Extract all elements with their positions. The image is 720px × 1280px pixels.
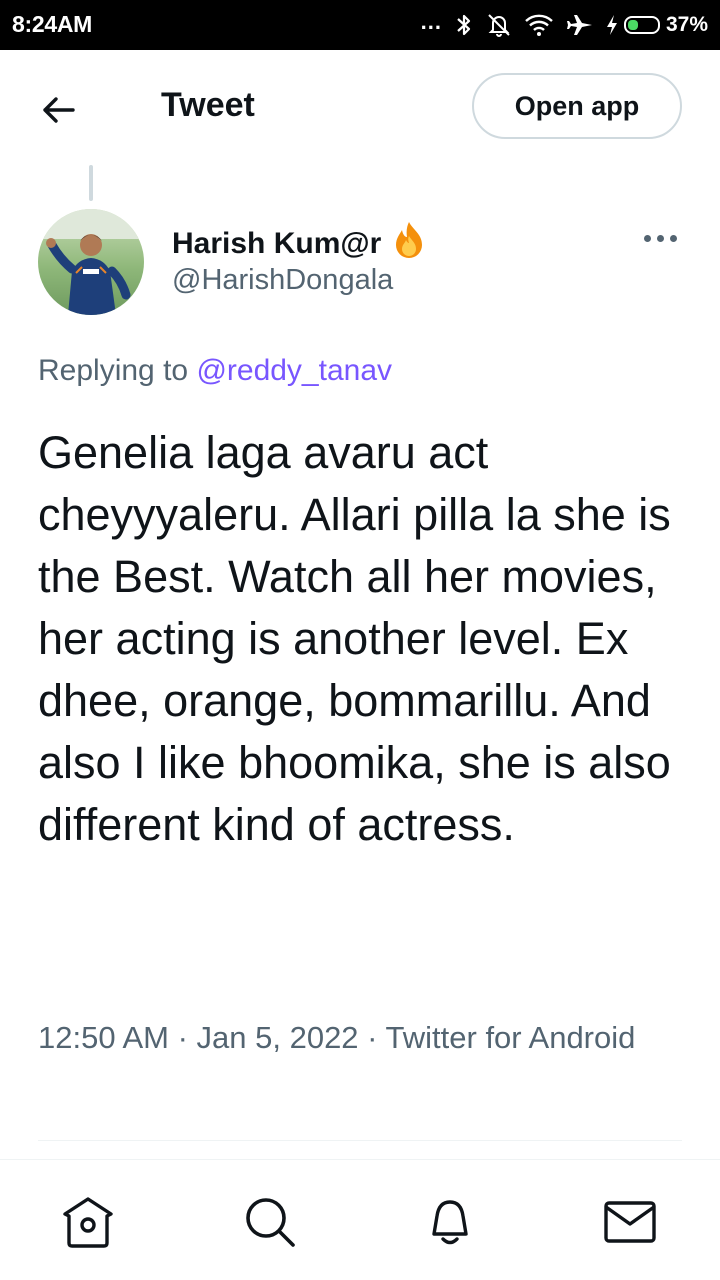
battery-level-fill: [627, 20, 639, 30]
author-name-text: Harish Kum@r: [172, 227, 382, 260]
status-dots: ...: [420, 9, 442, 34]
bluetooth-icon: [457, 14, 471, 36]
back-button[interactable]: [36, 88, 80, 132]
top-header: Tweet Open app: [0, 50, 720, 165]
replying-to: Replying to @reddy_tanav: [38, 354, 392, 388]
wifi-icon: [525, 14, 553, 36]
avatar[interactable]: [38, 209, 144, 315]
nav-messages-button[interactable]: [600, 1192, 660, 1252]
nav-search-button[interactable]: [240, 1192, 300, 1252]
replying-to-handle-link[interactable]: @reddy_tanav: [196, 354, 392, 387]
status-time: 8:24AM: [12, 11, 93, 37]
replying-to-label: Replying to: [38, 354, 197, 387]
nav-home-button[interactable]: [58, 1192, 118, 1252]
notifications-bell-icon: [432, 1200, 468, 1245]
messages-mail-icon: [604, 1201, 656, 1243]
more-dot-icon: [656, 234, 664, 242]
search-icon: [246, 1198, 295, 1247]
bottom-nav: [0, 1160, 720, 1280]
more-options-button[interactable]: [638, 222, 682, 254]
battery-indicator: 37%: [606, 13, 708, 37]
arrow-left-icon: [43, 97, 75, 123]
charging-icon: [606, 15, 617, 35]
fire-emoji-icon: [389, 220, 429, 268]
tweet-text: Genelia laga avaru act cheyyyaleru. Alla…: [38, 427, 671, 850]
battery-percent: 37%: [665, 13, 708, 36]
page-title: Tweet: [161, 86, 255, 124]
tweet-meta[interactable]: 12:50 AM · Jan 5, 2022 · Twitter for And…: [38, 1015, 678, 1060]
more-dot-icon: [669, 234, 677, 242]
avatar-photo: [38, 209, 144, 315]
open-app-button[interactable]: Open app: [472, 73, 682, 139]
status-icons: ... 37%: [421, 8, 708, 42]
home-icon: [63, 1197, 113, 1248]
nav-notifications-button[interactable]: [420, 1192, 480, 1252]
divider: [38, 1140, 682, 1141]
battery-icon: [623, 16, 660, 34]
status-bar: 8:24AM ... 37%: [0, 0, 720, 50]
more-dot-icon: [643, 234, 651, 242]
thread-connector-line: [89, 165, 93, 201]
mute-bell-icon: [488, 14, 510, 37]
airplane-icon: [566, 15, 592, 35]
author-name[interactable]: Harish Kum@r: [172, 220, 429, 268]
author-handle[interactable]: @HarishDongala: [172, 264, 393, 297]
